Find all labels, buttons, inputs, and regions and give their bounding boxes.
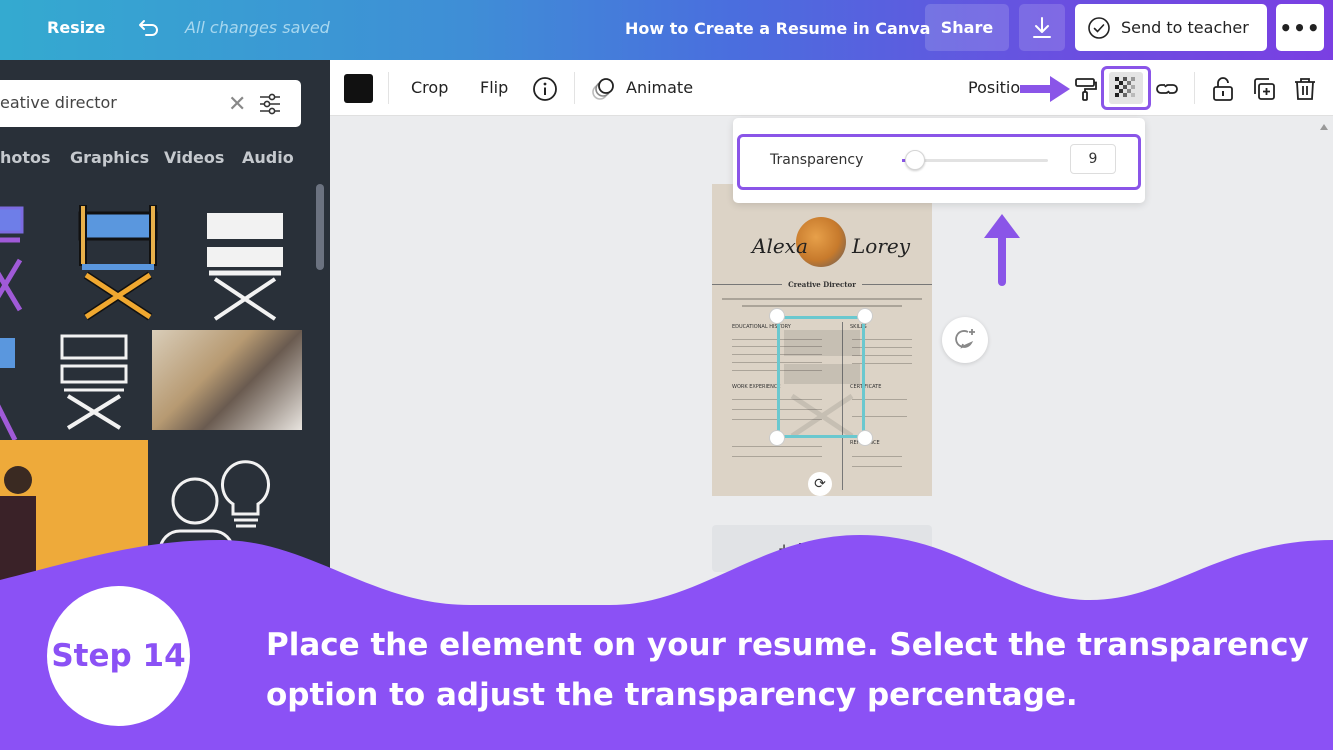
- paint-roller-icon[interactable]: [1072, 76, 1098, 102]
- unlock-icon[interactable]: [1210, 76, 1236, 102]
- crop-button[interactable]: Crop: [411, 78, 448, 97]
- resize-handle[interactable]: [857, 430, 873, 446]
- resume-last-name: Lorey: [852, 234, 911, 258]
- body-text: [732, 446, 822, 447]
- add-comment-button[interactable]: [942, 317, 988, 363]
- tab-audio[interactable]: Audio: [242, 148, 294, 167]
- transparency-value-input[interactable]: 9: [1070, 144, 1116, 174]
- save-status: All changes saved: [185, 18, 330, 37]
- download-icon: [1033, 16, 1051, 38]
- selection-box[interactable]: [777, 316, 865, 438]
- top-bar: Resize All changes saved How to Create a…: [0, 0, 1333, 60]
- toolbar-divider: [574, 72, 575, 104]
- toolbar-divider: [388, 72, 389, 104]
- summary-text: [742, 305, 902, 307]
- step-badge: Step 14: [47, 586, 190, 726]
- photo-man-laptop[interactable]: [152, 330, 302, 430]
- step-instruction: Place the element on your resume. Select…: [266, 627, 1309, 713]
- transparency-button[interactable]: [1101, 66, 1151, 110]
- slider-thumb[interactable]: [905, 150, 926, 170]
- tab-graphics[interactable]: Graphics: [70, 148, 149, 167]
- arrow-up-annotation-icon: [984, 214, 1020, 286]
- directors-chair-graphic-purple[interactable]: [0, 200, 35, 320]
- resize-handle[interactable]: [769, 430, 785, 446]
- panel-scrollbar[interactable]: [316, 184, 324, 270]
- animate-button[interactable]: Animate: [626, 78, 693, 97]
- tab-photos[interactable]: hotos: [0, 148, 51, 167]
- arrow-right-annotation-icon: [1020, 76, 1070, 102]
- trash-icon[interactable]: [1292, 76, 1318, 102]
- directors-chair-graphic-purple-2[interactable]: [0, 330, 20, 450]
- scroll-up-arrow[interactable]: [1320, 124, 1328, 130]
- download-button[interactable]: [1019, 4, 1065, 51]
- body-text: [852, 456, 902, 457]
- duplicate-icon[interactable]: [1251, 76, 1277, 102]
- send-to-teacher-label: Send to teacher: [1121, 18, 1249, 37]
- resize-handle[interactable]: [769, 308, 785, 324]
- directors-chair-graphic-white[interactable]: [203, 205, 287, 323]
- transparency-icon: [1115, 77, 1135, 97]
- link-icon[interactable]: [1154, 76, 1180, 102]
- close-icon[interactable]: ✕: [228, 92, 246, 117]
- color-swatch-button[interactable]: [344, 74, 373, 103]
- rotate-handle-icon[interactable]: ⟳: [808, 472, 832, 496]
- info-icon[interactable]: [532, 76, 558, 102]
- directors-chair-graphic-color[interactable]: [76, 205, 160, 323]
- search-input[interactable]: eative director: [0, 93, 117, 112]
- more-options-button[interactable]: •••: [1276, 4, 1324, 51]
- body-text: [732, 456, 822, 457]
- resume-role: Creative Director: [788, 280, 856, 289]
- animate-icon[interactable]: [590, 76, 616, 102]
- position-button[interactable]: Positio: [968, 78, 1020, 97]
- resize-handle[interactable]: [857, 308, 873, 324]
- summary-text: [722, 298, 922, 300]
- send-to-teacher-button[interactable]: Send to teacher: [1075, 4, 1267, 51]
- resize-button[interactable]: Resize: [47, 18, 105, 37]
- transparency-slider[interactable]: [902, 150, 1048, 170]
- element-toolbar: Crop Flip Animate Positio: [330, 60, 1333, 116]
- resume-first-name: Alexa: [752, 234, 808, 258]
- filter-icon[interactable]: [258, 92, 282, 116]
- document-title[interactable]: How to Create a Resume in Canva: [625, 19, 930, 38]
- share-button[interactable]: Share: [925, 4, 1009, 51]
- undo-icon[interactable]: [136, 15, 162, 41]
- toolbar-divider: [1194, 72, 1195, 104]
- section-heading: WORK EXPERIENCE: [732, 384, 781, 390]
- flip-button[interactable]: Flip: [480, 78, 508, 97]
- tutorial-screenshot: Resize All changes saved How to Create a…: [0, 0, 1333, 750]
- tab-videos[interactable]: Videos: [164, 148, 224, 167]
- transparency-popup: Transparency 9: [733, 118, 1145, 203]
- comment-plus-icon: [955, 329, 975, 349]
- body-text: [852, 466, 902, 467]
- transparency-label: Transparency: [770, 152, 864, 168]
- search-box[interactable]: eative director ✕: [0, 80, 301, 127]
- check-circle-icon: [1088, 16, 1110, 39]
- transparency-control: Transparency 9: [737, 134, 1141, 190]
- directors-chair-graphic-outline[interactable]: [58, 330, 130, 432]
